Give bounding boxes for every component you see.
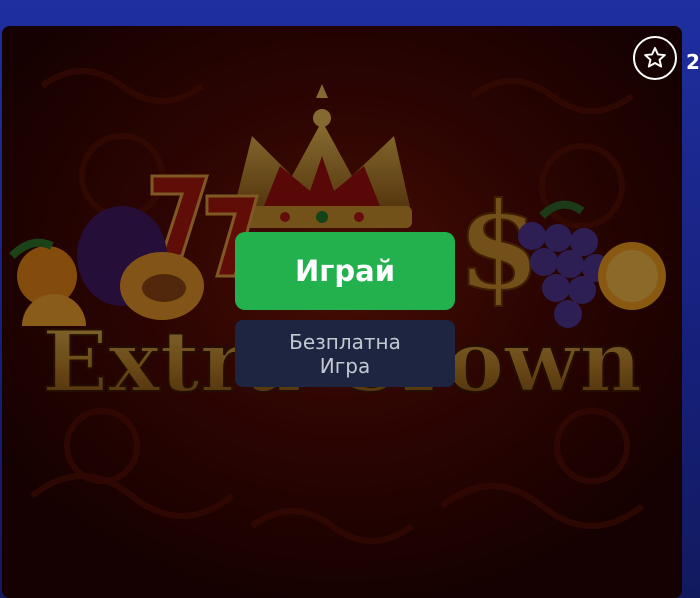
free-play-button[interactable]: Безплатна Игра (235, 320, 455, 387)
adjacent-tile-edge: 2 (686, 50, 700, 74)
play-button[interactable]: Играй (235, 232, 455, 310)
play-button-label: Играй (294, 254, 396, 288)
favorite-button[interactable] (633, 36, 677, 80)
hover-dim-overlay (2, 26, 682, 598)
game-tile[interactable]: $ Extra Crown Играй Безплатна Игра (2, 26, 682, 598)
star-outline-icon (644, 47, 666, 68)
free-play-button-label: Безплатна Игра (289, 329, 401, 378)
